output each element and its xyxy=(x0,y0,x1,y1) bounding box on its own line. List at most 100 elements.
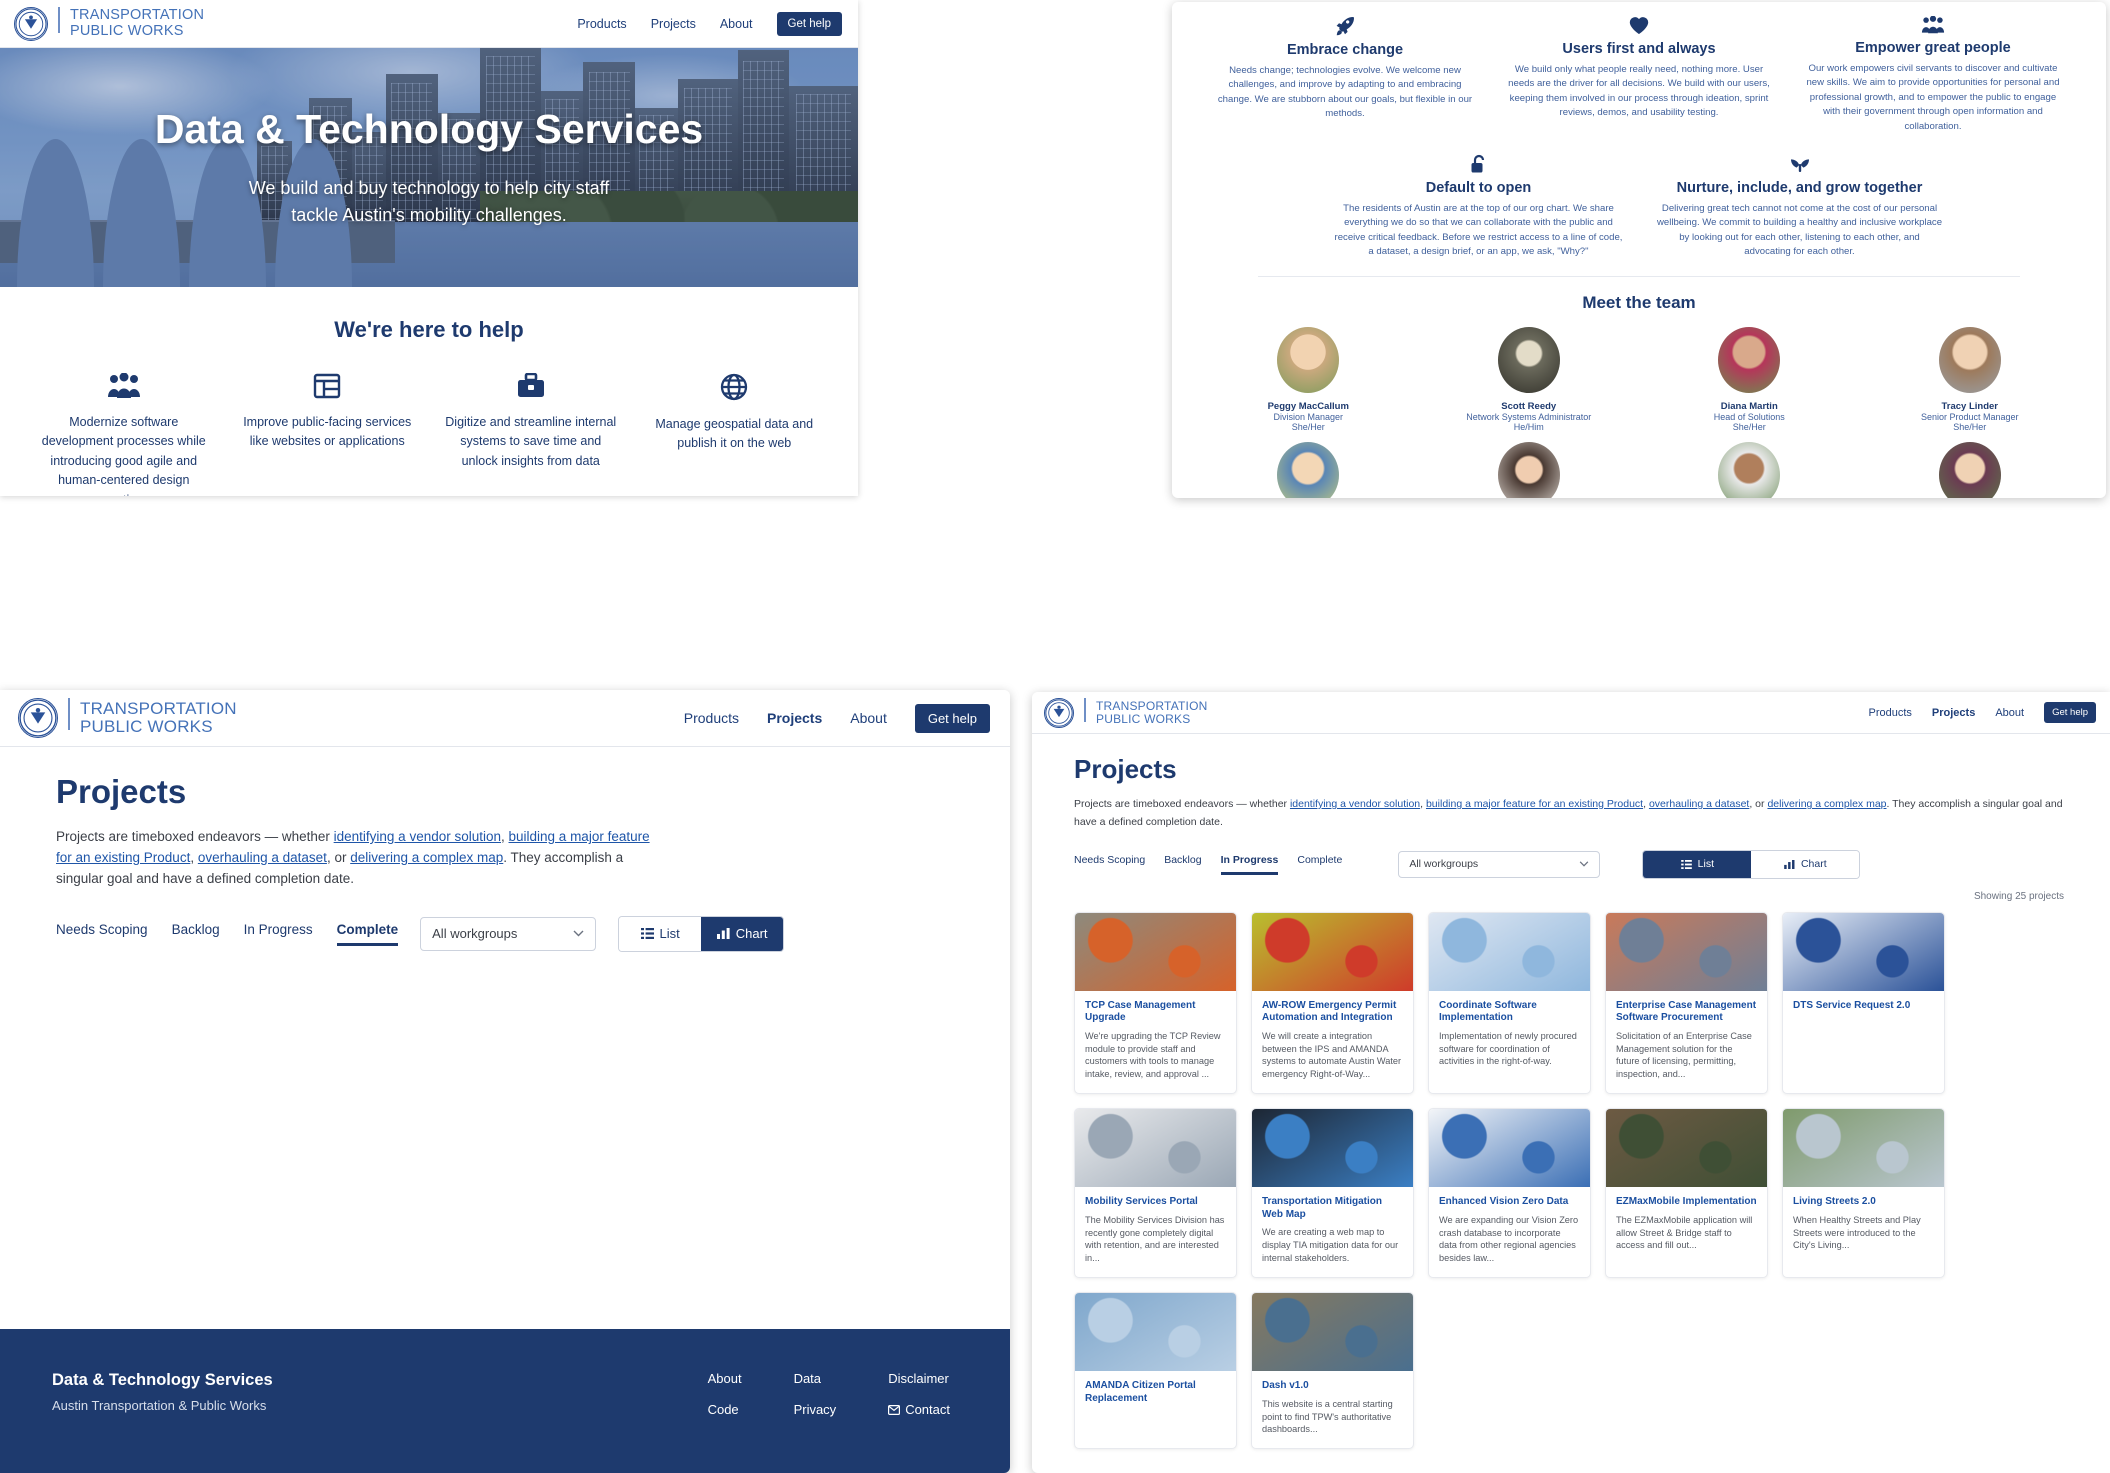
tab-backlog[interactable]: Backlog xyxy=(1164,854,1201,875)
team-member[interactable]: Peggy MacCallum Division Manager She/Her xyxy=(1198,326,1419,432)
open-lock-icon xyxy=(1471,154,1484,173)
project-card-thumbnail xyxy=(1606,912,1767,991)
view-toggle-list[interactable]: List xyxy=(619,916,702,951)
hero-banner: Data & Technology Services We build and … xyxy=(0,48,858,287)
link-complex-map[interactable]: delivering a complex map xyxy=(1767,798,1886,810)
nav-item-projects[interactable]: Projects xyxy=(651,17,696,31)
project-card[interactable]: Enhanced Vision Zero Data We are expandi… xyxy=(1428,1108,1591,1279)
project-card-title: EZMaxMobile Implementation xyxy=(1616,1196,1757,1208)
team-member[interactable]: Amenity Applewhite Head of Product She/H… xyxy=(1198,441,1419,498)
tab-in-progress[interactable]: In Progress xyxy=(244,922,313,946)
brand-logo[interactable]: TRANSPORTATION PUBLIC WORKS xyxy=(14,6,204,41)
project-card-description: We will create a integration between the… xyxy=(1262,1030,1402,1080)
brand-line-2: PUBLIC WORKS xyxy=(80,717,213,736)
panel-about-page: Embrace change Needs change; technologie… xyxy=(1172,2,2106,498)
workgroup-select[interactable]: All workgroups xyxy=(1398,850,1601,878)
site-footer: Data & Technology Services Austin Transp… xyxy=(0,1329,1010,1473)
team-member-pronouns: She/Her xyxy=(1291,421,1325,432)
chart-icon xyxy=(716,928,730,940)
nav-item-about[interactable]: About xyxy=(1995,707,2024,719)
nav-item-products[interactable]: Products xyxy=(577,17,626,31)
team-member-pronouns: She/Her xyxy=(1953,421,1987,432)
footer-link-data[interactable]: Data xyxy=(794,1371,837,1386)
view-toggle-list-label: List xyxy=(1697,858,1714,871)
project-card[interactable]: DTS Service Request 2.0 xyxy=(1782,911,1945,1095)
nav-item-products[interactable]: Products xyxy=(1868,707,1911,719)
project-card[interactable]: Dash v1.0 This website is a central star… xyxy=(1251,1292,1414,1450)
projects-description: Projects are timeboxed endeavors — wheth… xyxy=(1074,796,2064,832)
brand-logo[interactable]: TRANSPORTATION PUBLIC WORKS xyxy=(1044,697,1207,728)
footer-link-about[interactable]: About xyxy=(708,1371,742,1386)
project-card-description: The EZMaxMobile application will allow S… xyxy=(1616,1214,1753,1251)
rocket-icon xyxy=(1336,17,1354,36)
link-major-feature[interactable]: building a major feature for an existing… xyxy=(1426,798,1643,810)
workgroup-select[interactable]: All workgroups xyxy=(420,916,597,951)
tab-needs-scoping[interactable]: Needs Scoping xyxy=(1074,854,1145,875)
link-overhaul-dataset[interactable]: overhauling a dataset xyxy=(198,850,327,865)
desc-sep: , or xyxy=(326,849,351,865)
city-seal-icon xyxy=(18,698,58,738)
project-card[interactable]: AW-ROW Emergency Permit Automation and I… xyxy=(1251,911,1414,1095)
project-card-title: Enhanced Vision Zero Data xyxy=(1439,1196,1569,1208)
nav-item-projects[interactable]: Projects xyxy=(1932,707,1975,719)
project-card-thumbnail xyxy=(1252,1293,1413,1372)
get-help-button[interactable]: Get help xyxy=(776,11,842,36)
project-card-thumbnail xyxy=(1075,912,1236,991)
link-vendor-solution[interactable]: identifying a vendor solution xyxy=(334,829,501,844)
project-card[interactable]: Coordinate Software Implementation Imple… xyxy=(1428,911,1591,1095)
view-toggle-list[interactable]: List xyxy=(1643,850,1752,878)
project-cards-grid: TCP Case Management Upgrade We're upgrad… xyxy=(1074,911,2064,1450)
team-grid: Peggy MacCallum Division Manager She/Her… xyxy=(1198,326,2081,498)
footer-link-contact-label: Contact xyxy=(905,1402,950,1417)
project-card[interactable]: AMANDA Citizen Portal Replacement xyxy=(1074,1292,1237,1450)
nav-item-projects[interactable]: Projects xyxy=(767,710,822,726)
team-member-pronouns: She/Her xyxy=(1732,421,1766,432)
page-title: Projects xyxy=(56,773,187,810)
project-card-description: The Mobility Services Division has recen… xyxy=(1085,1214,1225,1264)
footer-link-privacy[interactable]: Privacy xyxy=(794,1402,837,1417)
project-card-title: Enterprise Case Management Software Proc… xyxy=(1616,999,1757,1024)
team-member[interactable]: Tilly Whitson Software Developer She/The… xyxy=(1419,441,1640,498)
project-card-description: We are creating a web map to display TIA… xyxy=(1262,1227,1399,1263)
avatar xyxy=(1718,326,1781,393)
tab-in-progress[interactable]: In Progress xyxy=(1220,854,1279,875)
brand-line-2: PUBLIC WORKS xyxy=(1096,711,1191,726)
tab-complete[interactable]: Complete xyxy=(1297,854,1342,875)
project-card[interactable]: Enterprise Case Management Software Proc… xyxy=(1605,911,1768,1095)
view-toggle-chart[interactable]: Chart xyxy=(701,916,784,951)
team-member[interactable]: Tracy Linder Senior Product Manager She/… xyxy=(1860,326,2081,432)
link-vendor-solution[interactable]: identifying a vendor solution xyxy=(1290,798,1420,810)
projects-controls: Needs Scoping Backlog In Progress Comple… xyxy=(1074,849,2064,879)
nav-item-products[interactable]: Products xyxy=(684,710,739,726)
view-toggle-chart[interactable]: Chart xyxy=(1751,850,1860,878)
tab-backlog[interactable]: Backlog xyxy=(172,922,220,946)
tab-needs-scoping[interactable]: Needs Scoping xyxy=(56,922,148,946)
link-complex-map[interactable]: delivering a complex map xyxy=(350,850,503,865)
team-member[interactable]: Scott Reedy Network Systems Administrato… xyxy=(1419,326,1640,432)
team-member[interactable]: Diana Martin Head of Solutions She/Her xyxy=(1639,326,1860,432)
project-card[interactable]: Mobility Services Portal The Mobility Se… xyxy=(1074,1108,1237,1279)
avatar xyxy=(1277,326,1340,393)
project-card-title: AW-ROW Emergency Permit Automation and I… xyxy=(1262,999,1397,1024)
get-help-button[interactable]: Get help xyxy=(914,703,990,733)
project-card-title: Transportation Mitigation Web Map xyxy=(1262,1196,1382,1220)
footer-link-contact[interactable]: Contact xyxy=(888,1402,950,1417)
team-member[interactable]: Nadin Nader Product Delivery Manager He/… xyxy=(1639,441,1860,498)
project-card[interactable]: Living Streets 2.0 When Healthy Streets … xyxy=(1782,1108,1945,1279)
footer-link-code[interactable]: Code xyxy=(708,1402,742,1417)
link-overhaul-dataset[interactable]: overhauling a dataset xyxy=(1649,798,1749,810)
tab-complete[interactable]: Complete xyxy=(336,922,399,946)
project-card-title: DTS Service Request 2.0 xyxy=(1793,999,1911,1011)
get-help-button[interactable]: Get help xyxy=(2044,702,2096,723)
team-member[interactable]: Chrispin Pullen Senior Application Analy… xyxy=(1860,441,2081,498)
avatar xyxy=(1277,441,1340,498)
footer-link-disclaimer[interactable]: Disclaimer xyxy=(888,1371,950,1386)
project-card[interactable]: TCP Case Management Upgrade We're upgrad… xyxy=(1074,911,1237,1095)
brand-logo[interactable]: TRANSPORTATION PUBLIC WORKS xyxy=(18,698,237,738)
project-card[interactable]: Transportation Mitigation Web Map We are… xyxy=(1251,1108,1414,1279)
project-card-description: We're upgrading the TCP Review module to… xyxy=(1085,1030,1221,1080)
value-title: Nurture, include, and grow together xyxy=(1676,179,1923,196)
nav-item-about[interactable]: About xyxy=(720,17,753,31)
project-card[interactable]: EZMaxMobile Implementation The EZMaxMobi… xyxy=(1605,1108,1768,1279)
nav-item-about[interactable]: About xyxy=(850,710,887,726)
